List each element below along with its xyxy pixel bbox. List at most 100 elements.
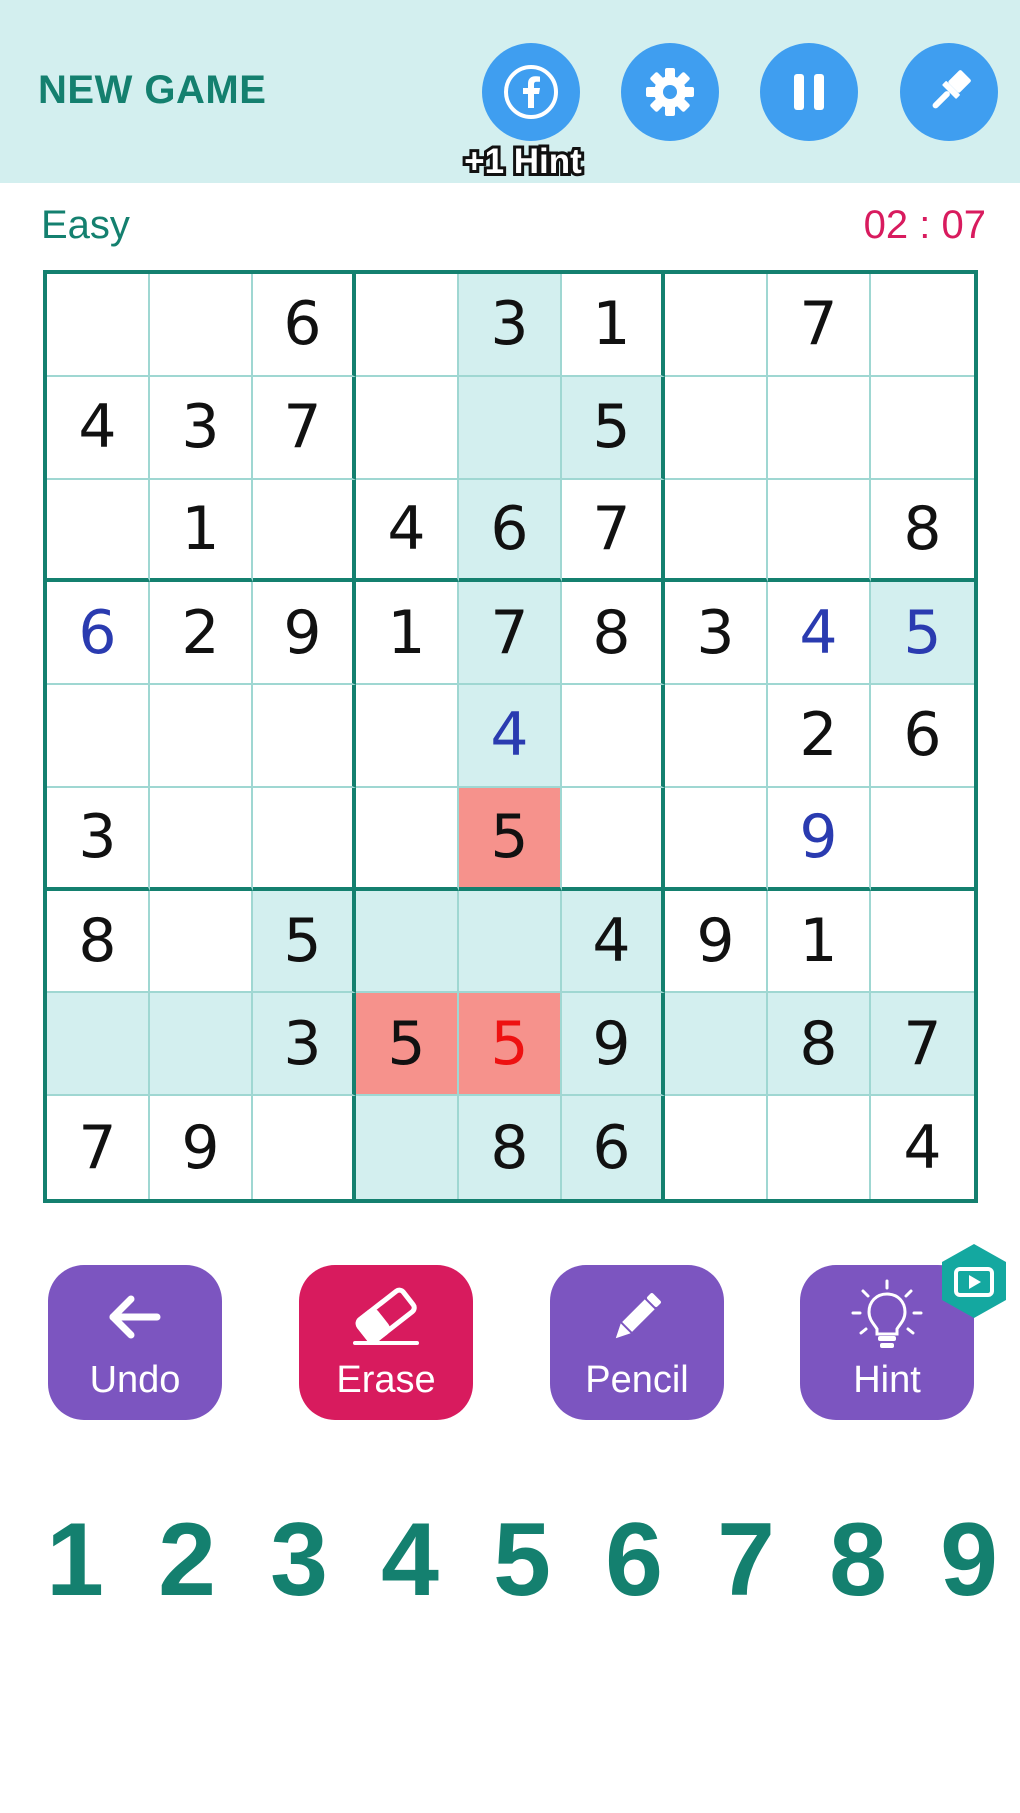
number-key-6[interactable]: 6 [589,1500,679,1620]
board-cell-r5-c6[interactable] [562,685,665,788]
number-key-1[interactable]: 1 [30,1500,120,1620]
pause-button[interactable] [760,43,858,141]
board-cell-r7-c2[interactable] [150,890,253,994]
board-cell-r3-c7[interactable] [665,479,768,583]
board-cell-r3-c8[interactable] [768,479,871,583]
board-cell-r5-c2[interactable] [150,685,253,788]
board-cell-r5-c5[interactable]: 4 [459,685,562,788]
board-cell-r7-c4[interactable] [356,890,459,994]
board-cell-r8-c2[interactable] [150,993,253,1097]
board-cell-r6-c7[interactable] [665,787,768,891]
board-cell-r1-c2[interactable] [150,274,253,377]
board-cell-r7-c9[interactable] [871,891,974,994]
new-game-button[interactable]: NEW GAME [38,66,266,114]
board-cell-r4-c9[interactable]: 5 [871,582,974,686]
board-cell-r1-c5[interactable]: 3 [459,274,562,377]
board-cell-r9-c5[interactable]: 8 [459,1096,562,1199]
board-cell-r4-c8[interactable]: 4 [768,582,871,686]
board-cell-r5-c4[interactable] [356,685,459,788]
board-cell-r2-c2[interactable]: 3 [150,376,253,480]
board-cell-r8-c8[interactable]: 8 [768,993,871,1097]
board-cell-r5-c8[interactable]: 2 [768,685,871,788]
board-cell-r2-c6[interactable]: 5 [562,376,665,480]
board-cell-r8-c7[interactable] [665,993,768,1097]
board-cell-r6-c6[interactable] [562,787,665,891]
board-cell-r8-c9[interactable]: 7 [871,993,974,1097]
number-key-9[interactable]: 9 [924,1500,1014,1620]
board-cell-r1-c7[interactable] [665,274,768,377]
board-cell-r2-c9[interactable] [871,377,974,480]
board-cell-r2-c5[interactable] [459,376,562,480]
board-cell-r3-c2[interactable]: 1 [150,479,253,583]
board-cell-r7-c3[interactable]: 5 [253,890,356,994]
erase-button[interactable]: Erase [299,1265,473,1420]
board-cell-r6-c3[interactable] [253,787,356,891]
board-cell-r1-c3[interactable]: 6 [253,274,356,377]
board-cell-r8-c1[interactable] [47,993,150,1097]
board-cell-r9-c3[interactable] [253,1096,356,1199]
board-cell-r8-c6[interactable]: 9 [562,993,665,1097]
board-cell-r2-c8[interactable] [768,376,871,480]
board-cell-r1-c4[interactable] [356,274,459,377]
board-cell-r9-c8[interactable] [768,1096,871,1199]
theme-button[interactable] [900,43,998,141]
number-key-2[interactable]: 2 [142,1500,232,1620]
board-cell-r4-c7[interactable]: 3 [665,582,768,686]
paint-brush-icon [932,70,971,109]
board-cell-r8-c3[interactable]: 3 [253,993,356,1097]
board-cell-r1-c9[interactable] [871,274,974,377]
board-cell-r6-c1[interactable]: 3 [47,787,150,891]
board-cell-r1-c6[interactable]: 1 [562,274,665,377]
board-cell-r1-c1[interactable] [47,274,150,377]
number-key-3[interactable]: 3 [254,1500,344,1620]
board-cell-r8-c5[interactable]: 5 [459,993,562,1097]
board-cell-r7-c7[interactable]: 9 [665,890,768,994]
number-key-5[interactable]: 5 [477,1500,567,1620]
board-cell-r5-c7[interactable] [665,685,768,788]
board-cell-r6-c4[interactable] [356,787,459,891]
board-cell-r5-c3[interactable] [253,685,356,788]
board-cell-r5-c1[interactable] [47,685,150,788]
board-cell-r7-c8[interactable]: 1 [768,890,871,994]
board-cell-r4-c2[interactable]: 2 [150,582,253,686]
number-key-8[interactable]: 8 [813,1500,903,1620]
board-cell-r6-c5[interactable]: 5 [459,787,562,891]
board-cell-r2-c7[interactable] [665,376,768,480]
board-cell-r5-c9[interactable]: 6 [871,685,974,788]
board-cell-r9-c7[interactable] [665,1096,768,1199]
facebook-share-button[interactable] [482,43,580,141]
board-cell-r3-c4[interactable]: 4 [356,479,459,583]
settings-button[interactable] [621,43,719,141]
pencil-button[interactable]: Pencil [550,1265,724,1420]
board-cell-r3-c6[interactable]: 7 [562,479,665,583]
board-cell-r2-c4[interactable] [356,376,459,480]
undo-button[interactable]: Undo [48,1265,222,1420]
board-cell-r2-c1[interactable]: 4 [47,376,150,480]
number-key-4[interactable]: 4 [365,1500,455,1620]
board-cell-r7-c1[interactable]: 8 [47,890,150,994]
board-cell-r7-c5[interactable] [459,890,562,994]
board-cell-r3-c9[interactable]: 8 [871,480,974,583]
board-cell-r3-c5[interactable]: 6 [459,479,562,583]
board-cell-r7-c6[interactable]: 4 [562,890,665,994]
board-cell-r2-c3[interactable]: 7 [253,376,356,480]
board-cell-r4-c5[interactable]: 7 [459,582,562,686]
board-cell-r4-c6[interactable]: 8 [562,582,665,686]
board-cell-r9-c9[interactable]: 4 [871,1096,974,1199]
board-cell-r6-c9[interactable] [871,788,974,891]
board-cell-r9-c4[interactable] [356,1096,459,1199]
board-cell-r4-c1[interactable]: 6 [47,582,150,686]
board-cell-r8-c4[interactable]: 5 [356,993,459,1097]
board-cell-r1-c8[interactable]: 7 [768,274,871,377]
board-cell-r6-c8[interactable]: 9 [768,787,871,891]
board-cell-r9-c2[interactable]: 9 [150,1096,253,1199]
board-cell-r3-c3[interactable] [253,479,356,583]
board-cell-r9-c1[interactable]: 7 [47,1096,150,1199]
watch-video-badge[interactable] [938,1242,1010,1320]
board-cell-r6-c2[interactable] [150,787,253,891]
number-key-7[interactable]: 7 [701,1500,791,1620]
board-cell-r9-c6[interactable]: 6 [562,1096,665,1199]
board-cell-r4-c4[interactable]: 1 [356,582,459,686]
board-cell-r4-c3[interactable]: 9 [253,582,356,686]
board-cell-r3-c1[interactable] [47,479,150,583]
